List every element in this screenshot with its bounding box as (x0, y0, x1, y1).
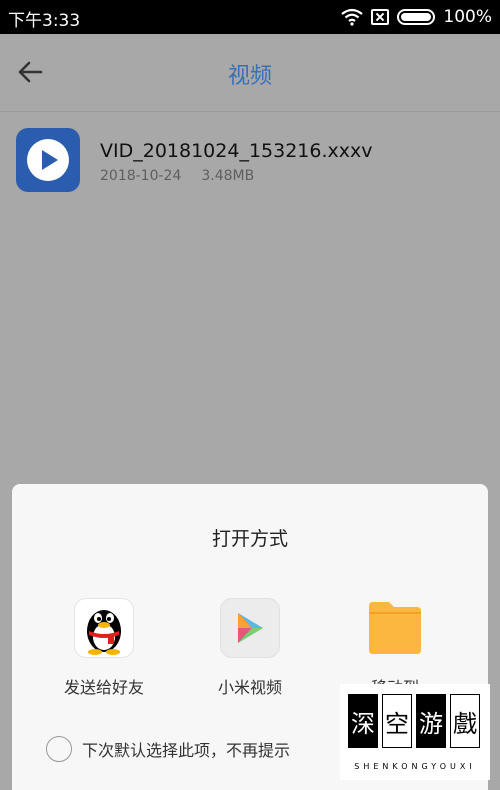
file-date: 2018-10-24 (100, 168, 182, 184)
battery-percent: 100% (443, 7, 492, 27)
watermark-char: 戲 (450, 694, 480, 748)
status-icons: 100% (341, 6, 492, 28)
app-option-move-to[interactable]: 移动到 (325, 598, 465, 698)
sheet-title: 打开方式 (211, 528, 288, 550)
remember-radio[interactable] (46, 736, 72, 762)
video-file-icon (16, 128, 80, 192)
file-size: 3.48MB (201, 168, 255, 184)
app-label-mi-video: 小米视频 (217, 678, 282, 697)
app-label-send-to-friend: 发送给好友 (63, 678, 144, 697)
app-option-mi-video[interactable]: 小米视频 (180, 598, 320, 698)
watermark-char: 深 (348, 694, 378, 748)
watermark-logo: 深 空 游 戲 SHENKONGYOUXI (340, 684, 490, 780)
file-list-item[interactable]: VID_20181024_153216.xxxv 2018-10-24 3.48… (0, 112, 500, 208)
no-sim-icon (371, 9, 390, 25)
wifi-icon (341, 8, 364, 26)
file-meta: 2018-10-24 3.48MB (100, 168, 254, 184)
app-option-send-to-friend[interactable]: 发送给好友 (34, 598, 174, 698)
status-bar: 下午3:33 100% (0, 0, 500, 34)
qq-penguin-icon (74, 598, 134, 658)
remember-choice-option[interactable]: 下次默认选择此项，不再提示 (46, 736, 290, 762)
watermark-char: 游 (416, 694, 446, 748)
watermark-subtitle: SHENKONGYOUXI (354, 762, 476, 771)
watermark-chars: 深 空 游 戲 (348, 694, 480, 748)
battery-icon (397, 9, 436, 25)
app-header: 视频 (0, 34, 500, 112)
page-title: 视频 (227, 64, 272, 89)
watermark-char: 空 (382, 694, 412, 748)
status-time: 下午3:33 (8, 11, 81, 31)
mi-video-icon (220, 598, 280, 658)
play-icon (27, 139, 69, 181)
file-name: VID_20181024_153216.xxxv (100, 140, 373, 162)
remember-label: 下次默认选择此项，不再提示 (82, 741, 291, 760)
folder-icon (365, 598, 425, 658)
